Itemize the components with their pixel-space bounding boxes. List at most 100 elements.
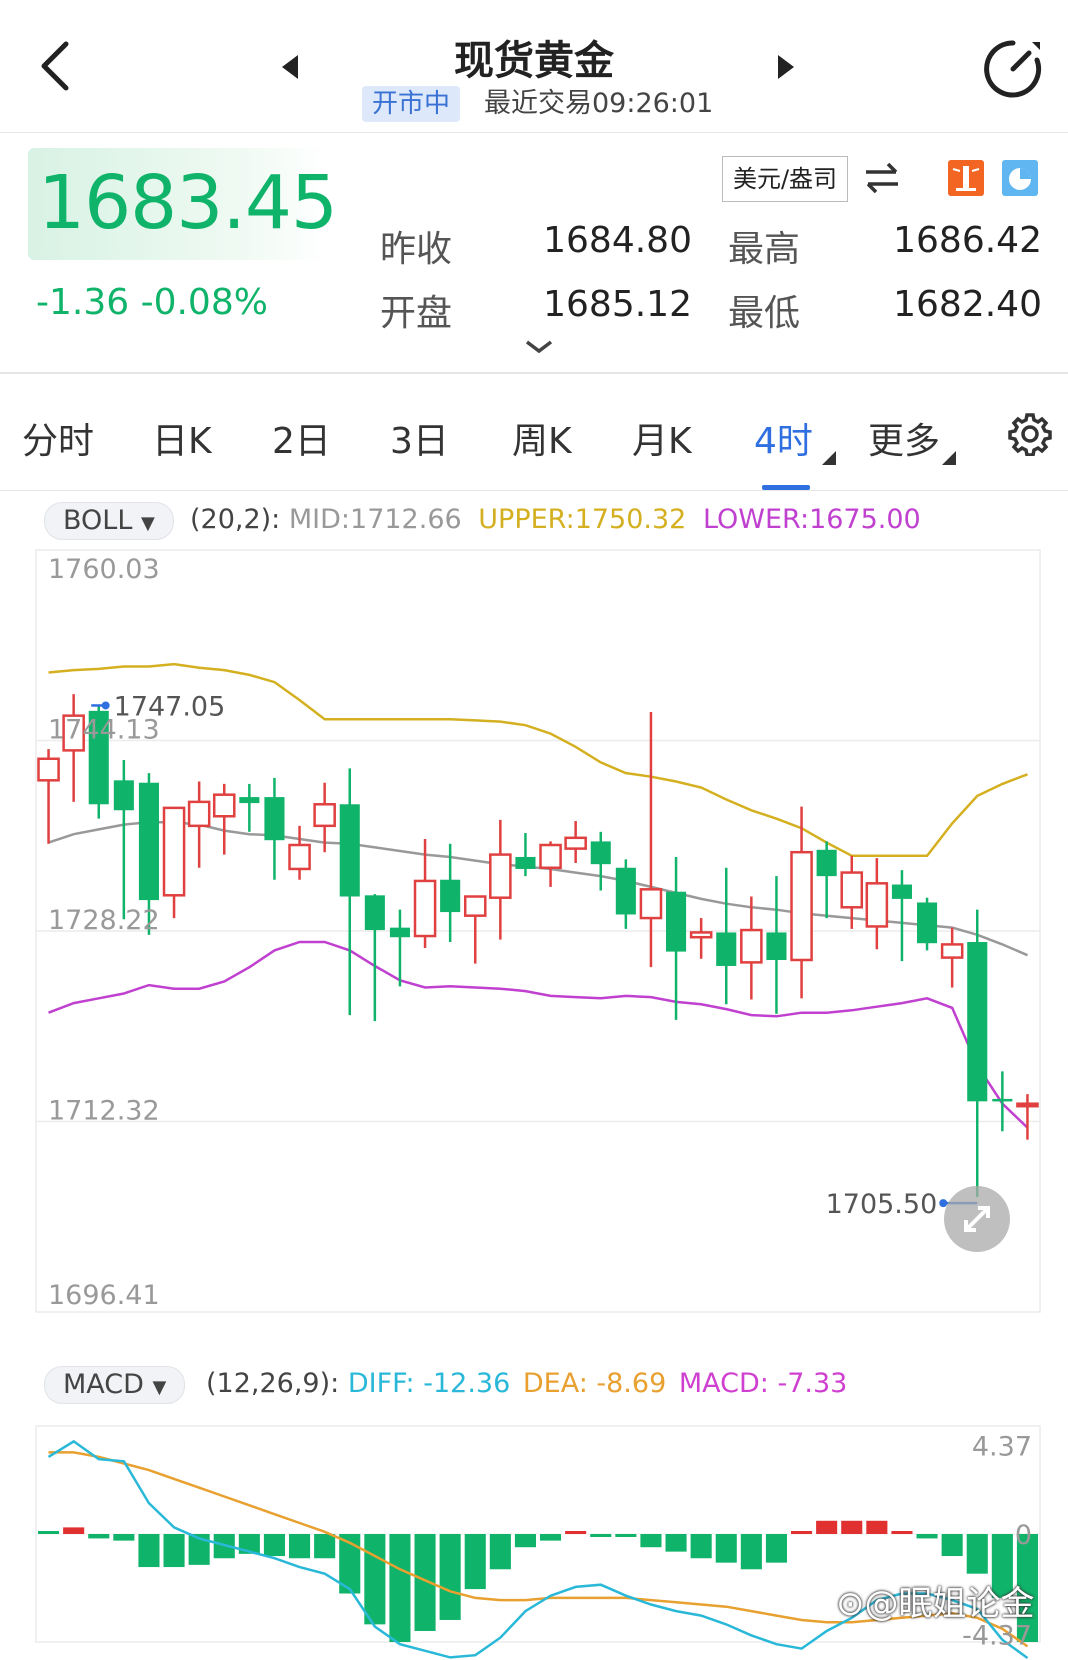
high-value: 1686.42 <box>893 220 1042 261</box>
y-tick-label: 1760.03 <box>48 554 160 585</box>
candle <box>364 894 385 1022</box>
tab-intraday[interactable]: 分时 <box>22 412 94 464</box>
candle <box>891 870 912 962</box>
tab-3day[interactable]: 3日 <box>390 412 449 464</box>
tab-weekly-k[interactable]: 周K <box>512 412 572 464</box>
macd-histogram-bar <box>665 1534 687 1552</box>
header-divider <box>0 132 1068 133</box>
unit-selector[interactable]: 美元/盎司 <box>722 156 848 202</box>
candle-body <box>339 804 360 897</box>
candle-body <box>564 836 587 850</box>
y-tick-label: 1696.41 <box>48 1280 160 1311</box>
macd-histogram-bar <box>615 1534 637 1537</box>
candle <box>940 927 964 988</box>
tab-monthly-k[interactable]: 月K <box>632 412 692 464</box>
corner-triangle-icon <box>942 451 956 465</box>
candle-body <box>816 849 837 877</box>
macd-histogram-bar <box>163 1534 185 1568</box>
candle-body <box>790 850 813 962</box>
macd-histogram-bar <box>38 1531 60 1534</box>
candle <box>716 867 737 1005</box>
candle <box>187 781 211 868</box>
candle-body <box>313 803 336 828</box>
macd-histogram-bar <box>891 1531 913 1534</box>
gear-icon <box>1008 413 1052 457</box>
macd-histogram-bar <box>489 1534 511 1570</box>
expand-quote-button[interactable] <box>524 338 554 356</box>
macd-histogram-bar <box>364 1534 386 1625</box>
corner-triangle-icon <box>822 451 836 465</box>
macd-histogram-bar <box>389 1534 411 1642</box>
prev-close-label: 昨收 <box>380 229 453 270</box>
refresh-button[interactable] <box>982 38 1044 100</box>
candle-body <box>666 891 687 952</box>
macd-histogram-bar <box>966 1534 988 1574</box>
candle-body <box>389 927 410 938</box>
candle <box>740 896 763 1000</box>
macd-indicator-selector[interactable]: MACD ▼ <box>44 1366 186 1404</box>
chevron-down-icon <box>525 340 553 354</box>
candle <box>865 858 889 950</box>
page-title: 现货黄金 <box>454 38 614 84</box>
tabs-divider <box>0 490 1068 491</box>
candle-body <box>940 943 964 959</box>
candle <box>239 783 260 832</box>
candle <box>666 856 687 1020</box>
boll-indicator-selector[interactable]: BOLL ▼ <box>44 502 174 540</box>
open-value: 1685.12 <box>543 284 692 325</box>
macd-histogram-bar <box>464 1534 486 1590</box>
macd-histogram-bar <box>941 1534 963 1557</box>
candle <box>463 895 487 964</box>
refresh-icon <box>984 40 1042 98</box>
candle-body <box>639 888 663 920</box>
candle <box>564 821 587 863</box>
candle <box>917 897 938 951</box>
macd-histogram-bar <box>138 1534 160 1568</box>
tab-2day[interactable]: 2日 <box>272 412 331 464</box>
candle <box>62 694 85 802</box>
candle <box>967 909 988 1198</box>
chart-settings-button[interactable] <box>1008 412 1052 457</box>
boll-lower: LOWER:1675.00 <box>702 504 921 535</box>
caret-down-icon: ▼ <box>152 1377 167 1398</box>
candle-body <box>716 932 737 966</box>
candle <box>489 819 512 940</box>
macd-histogram-bar <box>791 1531 813 1534</box>
watermark: ⊙@眠姐论金 <box>836 1584 1035 1624</box>
candle <box>288 825 311 880</box>
candlestick-chart[interactable]: 1760.031744.131728.221712.321696.4103-20… <box>0 540 1068 1320</box>
macd-histogram-bar <box>640 1534 662 1548</box>
price-change: -1.36 -0.08% <box>36 282 268 323</box>
swap-unit-button[interactable] <box>862 160 902 196</box>
low-value: 1682.40 <box>893 284 1042 325</box>
pie-chart-button[interactable] <box>1002 160 1038 196</box>
tab-more[interactable]: 更多 <box>868 412 940 464</box>
boll-params: (20,2): <box>190 504 281 535</box>
tab-daily-k[interactable]: 日K <box>152 412 212 464</box>
candle-body <box>891 884 912 899</box>
macd-histogram-bar <box>916 1534 938 1539</box>
candle-body <box>37 757 60 782</box>
expand-arrows-icon <box>964 1206 990 1232</box>
fullscreen-chart-button[interactable] <box>944 1186 1010 1252</box>
candle-body <box>162 806 186 897</box>
candle <box>264 777 285 880</box>
macd-histogram-bar <box>715 1534 737 1563</box>
macd-histogram-bar <box>88 1534 110 1539</box>
lighthouse-button[interactable] <box>948 160 984 196</box>
candle-body <box>840 871 864 909</box>
candle-body <box>463 895 487 917</box>
macd-histogram-bar <box>314 1534 336 1559</box>
prev-close-value: 1684.80 <box>543 220 692 261</box>
candle <box>113 759 134 920</box>
y-tick-label: 1728.22 <box>48 905 160 936</box>
tab-4hour[interactable]: 4时 <box>754 412 813 464</box>
quote-divider <box>0 372 1068 374</box>
candle-body <box>288 843 311 871</box>
macd-histogram-bar <box>439 1534 461 1620</box>
candle-body <box>590 841 611 865</box>
macd-histogram-bar <box>816 1520 838 1534</box>
next-instrument-button[interactable] <box>774 52 798 82</box>
macd-histogram-bar <box>690 1534 712 1559</box>
macd-histogram-bar <box>540 1534 562 1541</box>
